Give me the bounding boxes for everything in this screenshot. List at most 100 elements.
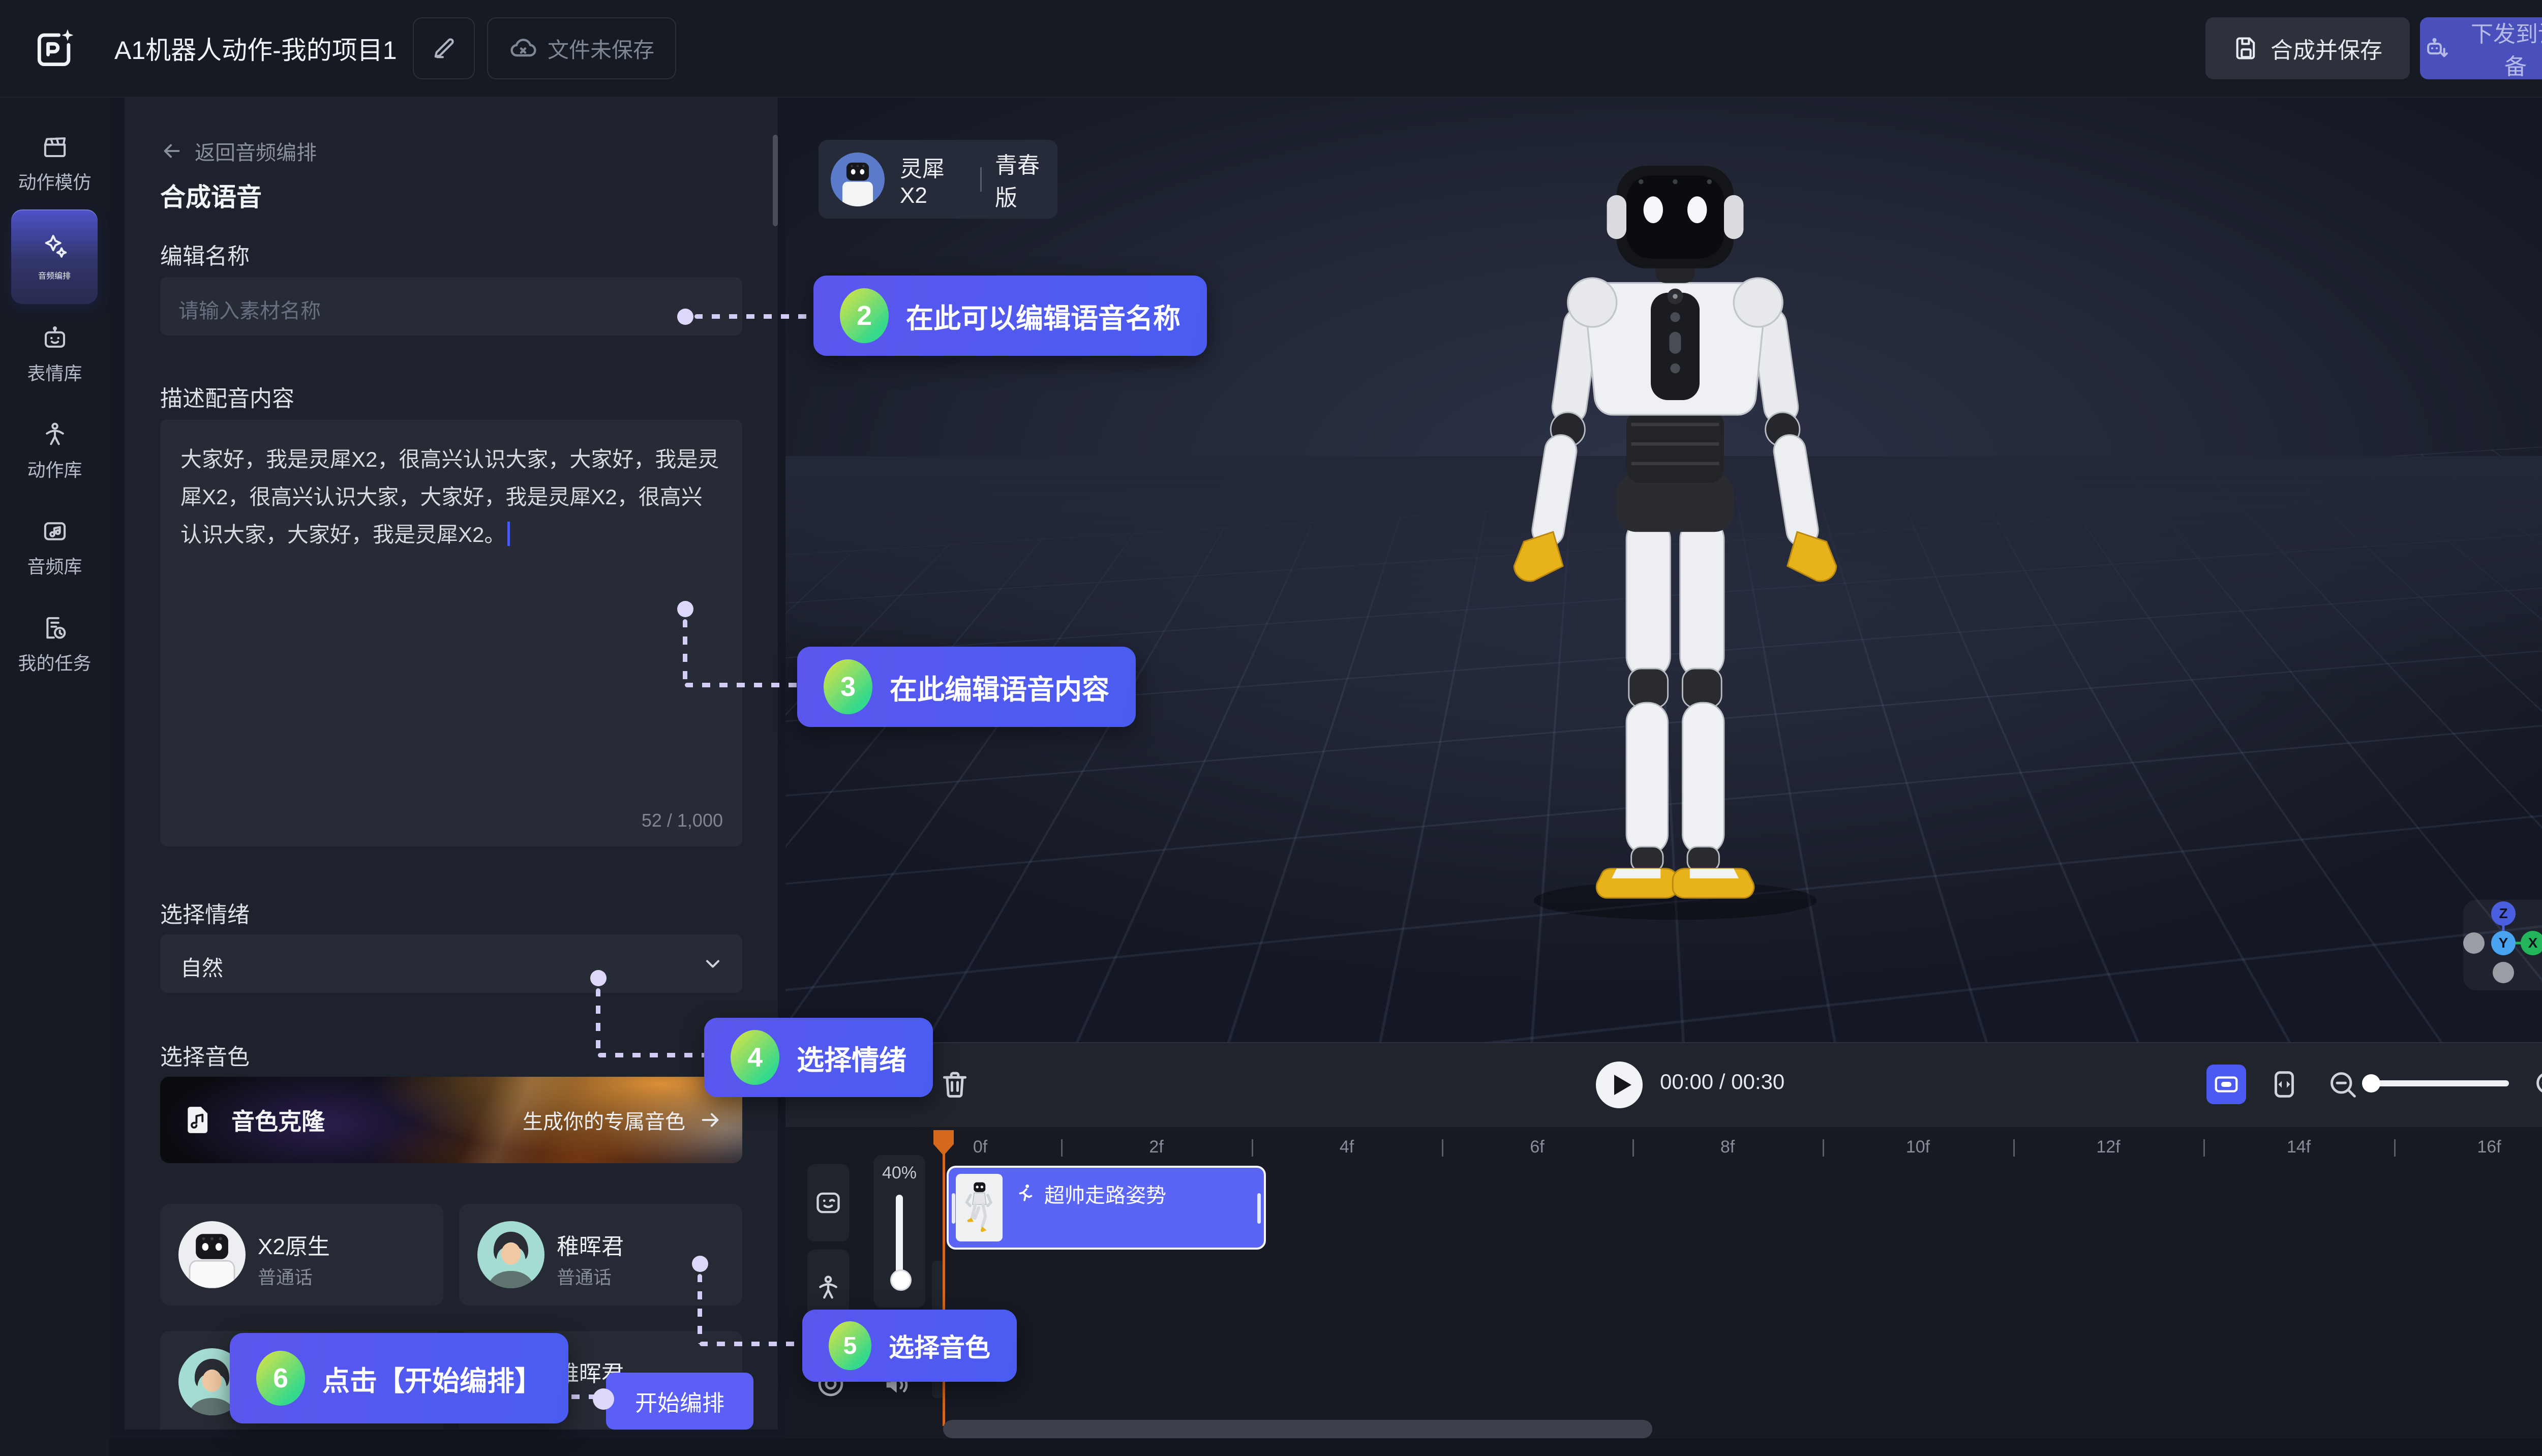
- connector-dot: [677, 601, 693, 617]
- back-label: 返回音频编排: [195, 136, 317, 166]
- timeline-control-bar: 00:00 / 00:30: [785, 1042, 2542, 1127]
- sidebar-item-motion-mimic[interactable]: 动作模仿: [0, 133, 109, 194]
- voice-name: 稚晖君: [557, 1228, 624, 1261]
- expression-track-button[interactable]: [807, 1164, 849, 1241]
- task-clock-icon: [41, 614, 69, 642]
- tutorial-tooltip-3: 3 在此编辑语音内容: [797, 647, 1136, 727]
- tooltip-step-badge: 3: [824, 659, 872, 714]
- char-counter: 52 / 1,000: [642, 810, 723, 831]
- synthesize-save-button[interactable]: 合成并保存: [2205, 17, 2410, 79]
- voice-clone-banner[interactable]: 音色克隆 生成你的专属音色: [160, 1077, 742, 1163]
- clip-name: 超帅走路姿势: [1044, 1179, 1166, 1208]
- tooltip-text: 选择情绪: [797, 1038, 906, 1078]
- zoom-out-icon[interactable]: [2326, 1068, 2359, 1101]
- tooltip-step-badge: 2: [840, 288, 889, 343]
- voice-field-label: 选择音色: [160, 1039, 250, 1071]
- connector-line: [700, 1342, 803, 1346]
- file-unsaved-label: 文件未保存: [548, 33, 654, 64]
- chevron-down-icon: [702, 953, 724, 975]
- connector-line: [598, 1053, 706, 1057]
- emotion-value: 自然: [180, 951, 223, 982]
- rename-button[interactable]: [413, 17, 475, 79]
- emotion-field-label: 选择情绪: [160, 896, 250, 929]
- play-button[interactable]: [1596, 1061, 1643, 1108]
- model-badge[interactable]: 灵犀X2 青春版: [819, 140, 1057, 219]
- panel-title: 合成语音: [160, 177, 262, 214]
- synthesize-save-label: 合成并保存: [2271, 32, 2382, 65]
- connector-dot: [677, 309, 693, 325]
- project-title: A1机器人动作-我的项目1: [114, 0, 397, 97]
- volume-slider-knob[interactable]: [890, 1269, 912, 1291]
- volume-panel: 40%: [873, 1155, 925, 1308]
- music-file-icon: [183, 1104, 214, 1136]
- clip-left-handle[interactable]: [952, 1193, 955, 1224]
- text-caret: [507, 522, 510, 546]
- file-unsaved-button[interactable]: 文件未保存: [487, 17, 676, 79]
- sidebar-item-audio-arrange[interactable]: 音频编排: [11, 209, 98, 304]
- clip-title-row: 超帅走路姿势: [1014, 1179, 1166, 1208]
- tooltip-text: 在此可以编辑语音名称: [906, 296, 1181, 336]
- orientation-gizmo[interactable]: Z Y X: [2463, 900, 2542, 990]
- gizmo-y-axis[interactable]: Y: [2491, 931, 2516, 955]
- zoom-slider-knob[interactable]: [2362, 1074, 2380, 1093]
- voice-content-textarea[interactable]: 大家好，我是灵犀X2，很高兴认识大家，大家好，我是灵犀X2，很高兴认识大家，大家…: [160, 419, 742, 846]
- deploy-button[interactable]: 下发到设备: [2420, 17, 2542, 79]
- clip-thumbnail: [956, 1174, 1003, 1241]
- person-icon: [41, 421, 69, 448]
- sparkles-icon: [40, 232, 69, 261]
- voice-card-x2-native[interactable]: X2原生 普通话: [160, 1204, 443, 1306]
- avatar: [477, 1221, 544, 1288]
- ruler-tick: [1823, 1139, 1824, 1157]
- connector-line: [694, 314, 814, 319]
- gizmo-neg-x[interactable]: [2463, 932, 2485, 954]
- snap-toggle-button[interactable]: [2206, 1065, 2246, 1104]
- music-box-icon: [41, 518, 69, 545]
- emotion-dropdown[interactable]: 自然: [160, 934, 742, 993]
- clip-right-handle[interactable]: [1257, 1193, 1261, 1224]
- ruler-label: 4f: [1340, 1137, 1354, 1157]
- save-icon: [2233, 35, 2259, 62]
- delete-clip-button[interactable]: [938, 1068, 972, 1101]
- material-name-input[interactable]: 请输入素材名称: [160, 277, 742, 336]
- sidebar-item-my-tasks[interactable]: 我的任务: [0, 614, 109, 675]
- zoom-in-icon[interactable]: [2532, 1068, 2542, 1101]
- voice-language: 普通话: [258, 1263, 313, 1289]
- volume-slider-track[interactable]: [896, 1195, 903, 1281]
- tutorial-tooltip-4: 4 选择情绪: [704, 1018, 933, 1097]
- ruler-label: 2f: [1149, 1137, 1163, 1157]
- runner-icon: [1014, 1182, 1036, 1205]
- tooltip-step-badge: 5: [829, 1321, 871, 1370]
- tutorial-tooltip-6: 6 点击【开始编排】: [230, 1333, 568, 1423]
- horizontal-scrollbar[interactable]: [943, 1420, 1652, 1438]
- sidebar-item-audio-library[interactable]: 音频库: [0, 518, 109, 579]
- ruler-label: 12f: [2096, 1137, 2120, 1157]
- start-arrange-button[interactable]: 开始编排: [606, 1373, 753, 1430]
- gizmo-x-axis[interactable]: X: [2521, 931, 2542, 955]
- back-arrow-icon: [160, 139, 184, 163]
- connector-line: [698, 1274, 702, 1344]
- robot-viewport[interactable]: 灵犀X2 青春版 Z Y X: [785, 97, 2542, 1042]
- robot-model[interactable]: [1431, 155, 1919, 938]
- robot-download-icon: [2423, 35, 2450, 62]
- tutorial-tooltip-2: 2 在此可以编辑语音名称: [813, 276, 1207, 356]
- ruler-tick: [2394, 1139, 2396, 1157]
- tooltip-text: 点击【开始编排】: [322, 1358, 542, 1399]
- clapperboard-icon: [41, 133, 69, 161]
- sidebar-item-label: 动作模仿: [18, 168, 91, 194]
- back-link[interactable]: 返回音频编排: [160, 136, 317, 166]
- volume-value: 40%: [873, 1163, 925, 1183]
- bottom-strip: [0, 1439, 2542, 1456]
- sidebar-item-expression-library[interactable]: 表情库: [0, 324, 109, 385]
- motion-clip[interactable]: 超帅走路姿势: [947, 1166, 1266, 1250]
- panel-scrollbar[interactable]: [773, 135, 778, 226]
- gizmo-z-axis[interactable]: Z: [2491, 901, 2516, 926]
- arrow-right-icon: [699, 1108, 722, 1132]
- timeline-ruler[interactable]: 0f2f4f6f8f10f12f14f16f: [966, 1135, 2542, 1166]
- sidebar-item-motion-library[interactable]: 动作库: [0, 421, 109, 482]
- name-field-label: 编辑名称: [160, 238, 250, 270]
- timeline-zoom-slider[interactable]: [2364, 1080, 2509, 1086]
- timeline-tracks: 40% 0f2f4f6f8f10f12f14f16f: [785, 1126, 2542, 1456]
- gizmo-neg-z[interactable]: [2493, 962, 2514, 983]
- fit-timeline-button[interactable]: [2267, 1068, 2301, 1101]
- app-logo-icon[interactable]: [32, 24, 78, 71]
